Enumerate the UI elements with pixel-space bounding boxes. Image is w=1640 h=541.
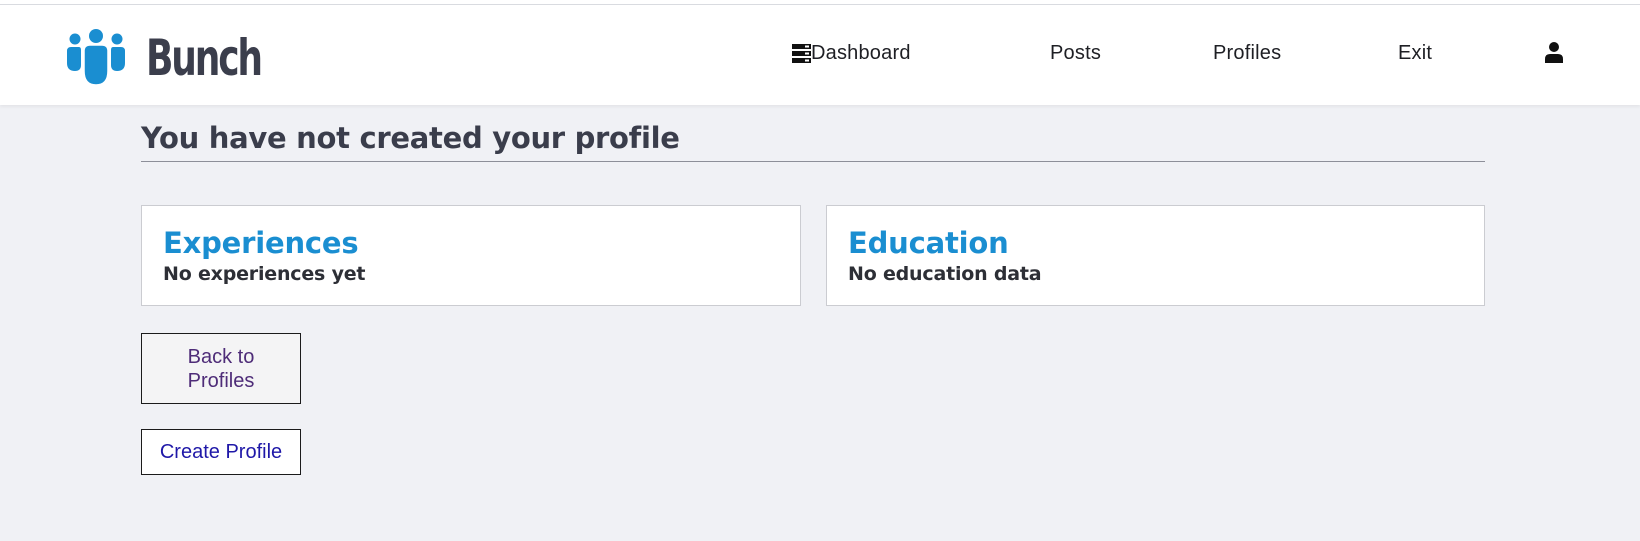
people-group-icon bbox=[67, 29, 125, 86]
education-empty-text: No education data bbox=[848, 263, 1042, 285]
nav-profiles-label: Profiles bbox=[1213, 42, 1282, 64]
nav-exit[interactable]: Exit bbox=[1398, 43, 1432, 63]
back-to-profiles-button[interactable]: Back to Profiles bbox=[141, 333, 301, 404]
nav-dashboard-label: Dashboard bbox=[811, 42, 911, 64]
experiences-empty-text: No experiences yet bbox=[163, 263, 366, 285]
education-title: Education bbox=[848, 226, 1009, 260]
nav-dashboard[interactable]: Dashboard bbox=[792, 43, 911, 63]
nav-posts[interactable]: Posts bbox=[1050, 43, 1101, 63]
education-card: Education No education data bbox=[826, 205, 1485, 306]
navbar: Bunch Dashboard Posts Profiles Exit bbox=[0, 5, 1640, 105]
create-profile-button[interactable]: Create Profile bbox=[141, 429, 301, 475]
dashboard-icon bbox=[792, 43, 811, 63]
nav-exit-label: Exit bbox=[1398, 42, 1433, 64]
brand-name: Bunch bbox=[146, 29, 263, 87]
nav-posts-label: Posts bbox=[1050, 42, 1102, 64]
page-title: You have not created your profile bbox=[141, 121, 680, 155]
user-icon bbox=[1545, 42, 1563, 63]
user-menu[interactable] bbox=[1545, 42, 1563, 63]
nav-profiles[interactable]: Profiles bbox=[1213, 43, 1281, 63]
title-divider bbox=[141, 161, 1485, 162]
brand-logo[interactable]: Bunch bbox=[66, 27, 306, 87]
experiences-title: Experiences bbox=[163, 226, 359, 260]
experiences-card: Experiences No experiences yet bbox=[141, 205, 801, 306]
